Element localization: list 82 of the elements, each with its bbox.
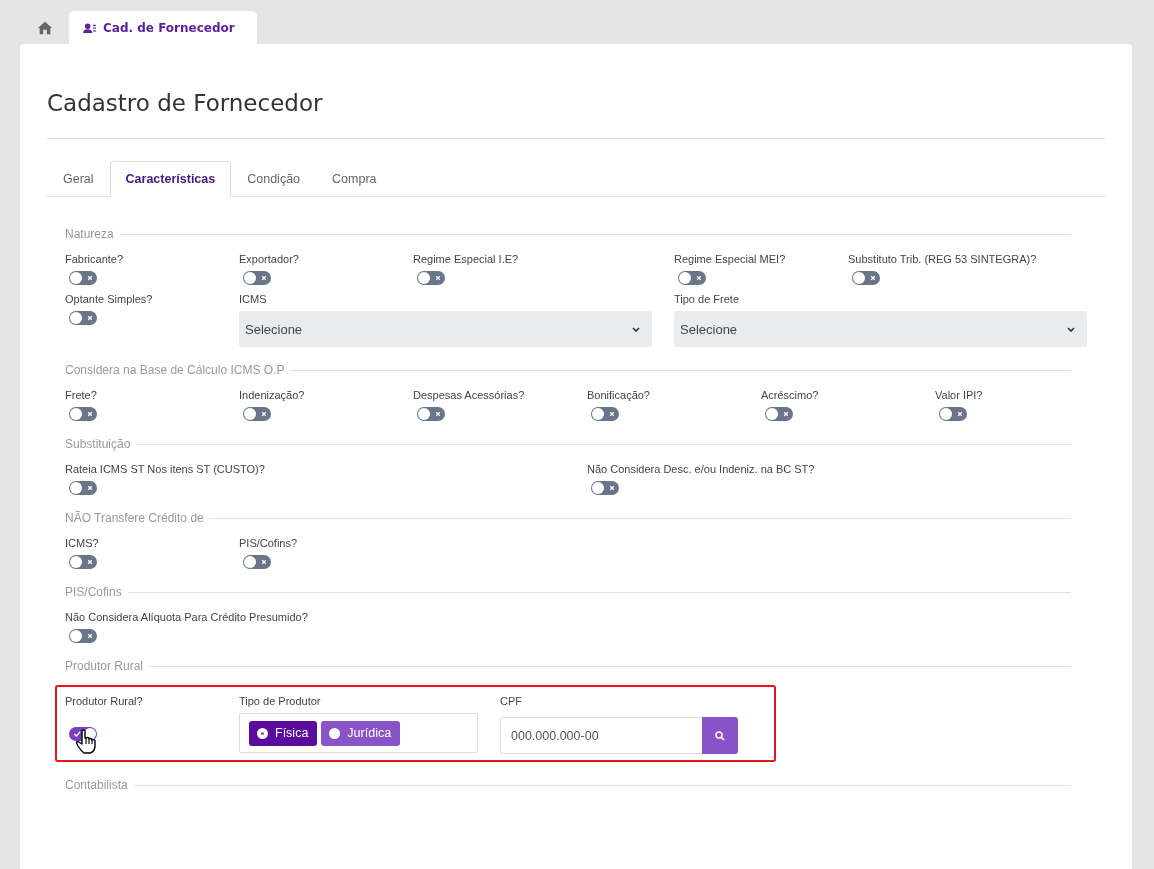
toggle-switch[interactable]: [69, 311, 97, 325]
home-icon: [36, 19, 54, 36]
radio-option[interactable]: Jurídica: [321, 720, 401, 746]
toggle-switch[interactable]: [852, 271, 880, 285]
toggle-switch[interactable]: [243, 407, 271, 421]
toggle-switch[interactable]: [69, 481, 97, 495]
form-tab[interactable]: Condição: [231, 161, 317, 197]
field-label: Frete?: [65, 389, 97, 401]
field-label: Indenização?: [239, 389, 305, 401]
page-title: Cadastro de Fornecedor: [47, 89, 323, 118]
field-label: Não Considera Alíquota Para Crédito Presumido?: [65, 611, 308, 623]
field-label: Optante Simples?: [65, 293, 153, 305]
field-label: CPF: [500, 695, 522, 707]
toggle-switch[interactable]: [939, 407, 967, 421]
toggle-switch[interactable]: [765, 407, 793, 421]
field-label: ICMS: [239, 293, 267, 305]
cross-icon: [956, 410, 964, 418]
field-label: Não Considera Desc. e/ou Indeniz. na BC ST?: [587, 463, 815, 475]
page-tab[interactable]: Cad. de Fornecedor: [69, 11, 257, 44]
field-label: Tipo de Produtor: [239, 695, 321, 707]
search-icon: [715, 730, 725, 741]
field-label: Fabricante?: [65, 253, 124, 265]
select-field[interactable]: Selecione: [239, 311, 652, 347]
field-label: Exportador?: [239, 253, 299, 265]
chevron-down-icon: [1067, 326, 1075, 332]
cross-icon: [86, 274, 94, 282]
form-tab[interactable]: Compra: [316, 161, 393, 197]
section-legend: Natureza: [65, 227, 114, 241]
section-legend: Substituição: [65, 437, 131, 451]
cross-icon: [86, 632, 94, 640]
cross-icon: [695, 274, 703, 282]
toggle-switch[interactable]: [417, 271, 445, 285]
field-label: Valor IPI?: [935, 389, 983, 401]
section-legend: PIS/Cofins: [65, 585, 122, 599]
cross-icon: [608, 484, 616, 492]
field-label: ICMS?: [65, 537, 99, 549]
toggle-switch[interactable]: [69, 555, 97, 569]
cross-icon: [869, 274, 877, 282]
toggle-switch[interactable]: [243, 271, 271, 285]
section-legend: Considera na Base de Cálculo ICMS O.P: [65, 363, 285, 377]
check-icon: [73, 730, 81, 738]
toggle-switch[interactable]: [243, 555, 271, 569]
cpf-field[interactable]: 000.000.000-00: [500, 717, 702, 754]
select-field[interactable]: Selecione: [674, 311, 1087, 347]
cross-icon: [86, 410, 94, 418]
cross-icon: [260, 274, 268, 282]
cross-icon: [260, 410, 268, 418]
cross-icon: [86, 484, 94, 492]
form-tab[interactable]: Geral: [47, 161, 110, 197]
cross-icon: [782, 410, 790, 418]
contact-card-icon: [83, 22, 96, 33]
toggle-switch[interactable]: [69, 407, 97, 421]
field-label: Produtor Rural?: [65, 695, 143, 707]
field-label: Acréscimo?: [761, 389, 819, 401]
search-button[interactable]: [702, 717, 738, 754]
form-tab[interactable]: Características: [109, 161, 232, 197]
cross-icon: [434, 274, 442, 282]
field-label: Despesas Acessórias?: [413, 389, 525, 401]
field-label: PIS/Cofins?: [239, 537, 298, 549]
field-label: Regime Especial MEI?: [674, 253, 786, 265]
cross-icon: [608, 410, 616, 418]
toggle-switch[interactable]: [591, 481, 619, 495]
field-label: Bonificação?: [587, 389, 650, 401]
toggle-switch[interactable]: [69, 271, 97, 285]
section-legend: NÃO Transfere Crédito de: [65, 511, 204, 525]
section-legend: Produtor Rural: [65, 659, 144, 673]
field-label: Substituto Trib. (REG 53 SINTEGRA)?: [848, 253, 1037, 265]
field-label: Tipo de Frete: [674, 293, 739, 305]
cross-icon: [86, 558, 94, 566]
cross-icon: [260, 558, 268, 566]
cross-icon: [86, 314, 94, 322]
toggle-switch[interactable]: [69, 629, 97, 643]
field-label: Regime Especial I.E?: [413, 253, 519, 265]
toggle-switch[interactable]: [678, 271, 706, 285]
cross-icon: [434, 410, 442, 418]
toggle-switch[interactable]: [417, 407, 445, 421]
section-legend: Contabilista: [65, 778, 128, 792]
chevron-down-icon: [632, 326, 640, 332]
pointer-cursor-icon: [75, 729, 97, 755]
toggle-switch[interactable]: [591, 407, 619, 421]
field-label: Rateia ICMS ST Nos itens ST (CUSTO)?: [65, 463, 265, 475]
radio-option[interactable]: Física: [249, 720, 318, 746]
